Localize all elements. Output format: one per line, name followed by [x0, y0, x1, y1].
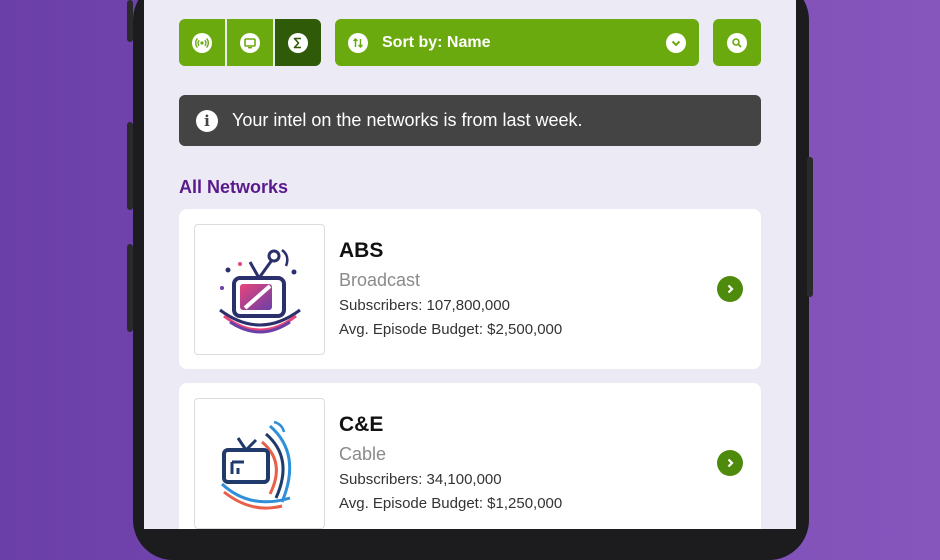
view-segmented-control: [179, 19, 321, 66]
sort-dropdown[interactable]: Sort by: Name: [335, 19, 699, 66]
network-budget: Avg. Episode Budget: $2,500,000: [339, 321, 563, 338]
side-button: [127, 0, 133, 42]
summary-filter-button[interactable]: [275, 19, 321, 66]
network-type: Broadcast: [339, 270, 421, 290]
side-button: [127, 122, 133, 210]
intel-notice-banner: i Your intel on the networks is from las…: [179, 95, 761, 146]
app-screen: Sort by: Name i Your intel on the networ…: [144, 0, 796, 529]
sigma-icon: [288, 32, 308, 53]
network-name: ABS: [339, 239, 384, 262]
network-subscribers: Subscribers: 34,100,000: [339, 471, 502, 488]
side-button: [127, 244, 133, 332]
broadcast-icon: [192, 32, 212, 53]
network-type: Cable: [339, 444, 387, 464]
abs-tv-logo-icon: [194, 224, 325, 355]
broadcast-filter-button[interactable]: [179, 19, 227, 66]
notice-text: Your intel on the networks is from last …: [232, 110, 583, 130]
ce-tv-logo-icon: [194, 398, 325, 529]
network-subscribers: Subscribers: 107,800,000: [339, 297, 510, 314]
chevron-right-icon[interactable]: [717, 276, 743, 302]
network-budget: Avg. Episode Budget: $1,250,000: [339, 495, 563, 512]
network-name: C&E: [339, 413, 384, 436]
search-button[interactable]: [713, 19, 761, 66]
network-card-ce[interactable]: C&E Cable Subscribers: 34,100,000 Avg. E…: [179, 383, 761, 529]
info-icon: i: [196, 109, 218, 132]
tv-filter-button[interactable]: [227, 19, 275, 66]
chevron-down-icon: [666, 32, 686, 53]
network-card-abs[interactable]: ABS Broadcast Subscribers: 107,800,000 A…: [179, 209, 761, 369]
side-button: [807, 157, 813, 297]
tv-icon: [240, 32, 260, 53]
sort-label: Sort by: Name: [382, 33, 491, 51]
search-icon: [727, 32, 747, 53]
toolbar: Sort by: Name: [179, 19, 761, 66]
section-title: All Networks: [179, 177, 289, 197]
chevron-right-icon[interactable]: [717, 450, 743, 476]
sort-arrows-icon: [348, 32, 368, 53]
